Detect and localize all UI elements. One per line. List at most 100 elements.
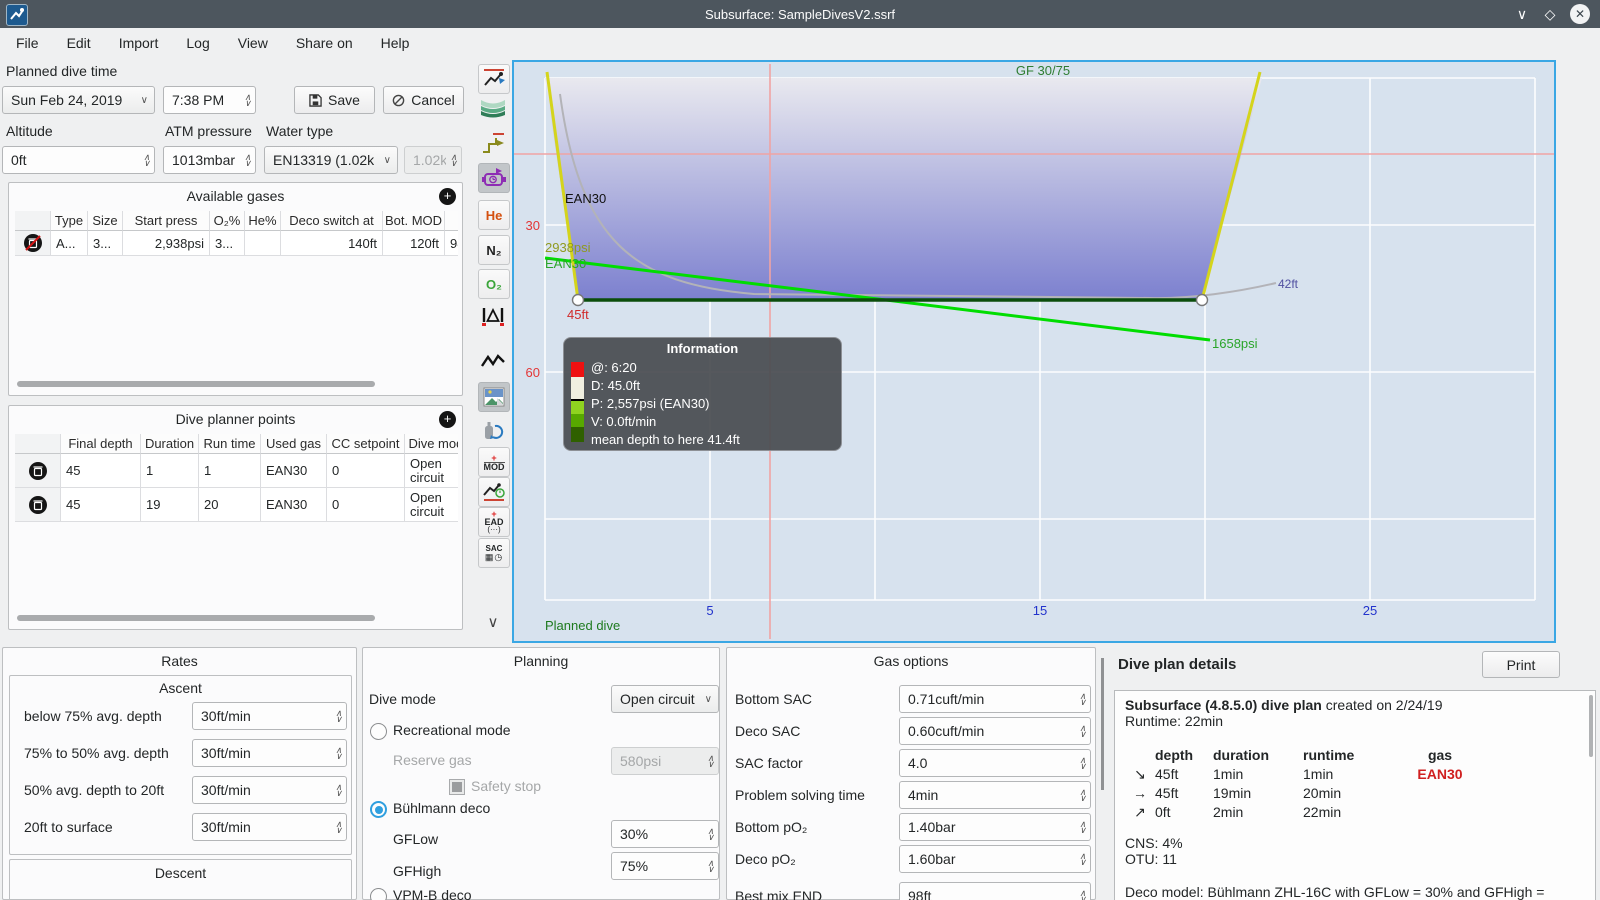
dive-profile-chart[interactable]: GF 30/75 30 60 5 15 25 EAN30 2938psi EAN… [512, 60, 1556, 643]
safety-stop-label: Safety stop [471, 778, 542, 794]
atm-pressure-spinner[interactable]: 1013mbar ∧ ∨ [163, 146, 256, 174]
tooltip-time: @: 6:20 [591, 360, 637, 375]
planner-points-hscrollbar[interactable] [17, 615, 375, 621]
pp-cc-setpoint-cell[interactable]: 0 [327, 454, 405, 488]
gases-hscrollbar[interactable] [17, 381, 375, 387]
toolbar-dive-profile-icon[interactable] [478, 64, 510, 94]
ascent-rate2-value: 30ft/min [201, 745, 251, 761]
pp-run-time-cell[interactable]: 20 [199, 488, 261, 522]
toolbar-ndl-icon[interactable] [478, 477, 510, 507]
toolbar-ceiling-icon[interactable] [478, 130, 508, 158]
gas-mnd-cell[interactable]: 98f [445, 231, 458, 256]
pp-dive-mode-cell[interactable]: Open circuit [405, 454, 458, 488]
pp-used-gas-cell[interactable]: EAN30 [261, 488, 327, 522]
toolbar-gas-change-icon[interactable] [478, 416, 508, 444]
toolbar-n2-toggle[interactable]: N₂ [478, 235, 510, 265]
plan-runtime-cell: 22min [1303, 804, 1342, 820]
close-button[interactable]: ✕ [1566, 0, 1594, 28]
depth-tick-30: 30 [526, 218, 540, 233]
maximize-button[interactable]: ◇ [1536, 0, 1564, 28]
menu-share-on[interactable]: Share on [296, 35, 353, 51]
dive-mode-combo[interactable]: Open circuit ∨ [611, 685, 719, 713]
gas-start-press-cell[interactable]: 2,938psi [123, 231, 210, 256]
dive-time-value: 7:38 PM [172, 92, 225, 108]
add-gas-button[interactable]: + [439, 188, 456, 205]
cancel-button[interactable]: Cancel [383, 86, 464, 114]
toolbar-deco-info-icon[interactable] [478, 163, 510, 193]
best-mix-end-spinner[interactable]: 98ft ∧ ∨ [899, 882, 1091, 900]
ascend-arrow: ↗ [1134, 804, 1146, 820]
safety-stop-checkbox[interactable] [449, 779, 465, 795]
print-button[interactable]: Print [1482, 651, 1560, 678]
minimize-button[interactable]: ∨ [1508, 0, 1536, 28]
dive-date-value: Sun Feb 24, 2019 [11, 92, 123, 108]
gas-deco-switch-cell[interactable]: 140ft [281, 231, 383, 256]
buhlmann-deco-radio[interactable] [370, 801, 387, 818]
deco-sac-spinner[interactable]: 0.60cuft/min ∧ ∨ [899, 717, 1091, 745]
altitude-spinner[interactable]: 0ft ∧ ∨ [2, 146, 155, 174]
remove-point-cell[interactable] [15, 454, 61, 488]
pp-used-gas-cell[interactable]: EAN30 [261, 454, 327, 488]
toolbar-water-salinity-icon[interactable] [478, 94, 508, 122]
gas-bot-mod-cell[interactable]: 120ft [383, 231, 445, 256]
sac-factor-spinner[interactable]: 4.0 ∧ ∨ [899, 749, 1091, 777]
toolbar-tissue-pressure-icon[interactable] [478, 303, 508, 331]
vpmb-deco-radio[interactable] [370, 888, 387, 900]
ascent-rate1-spinner[interactable]: 30ft/min ∧ ∨ [192, 702, 347, 730]
ceiling-end-label: 42ft [1278, 277, 1299, 291]
menu-help[interactable]: Help [381, 35, 410, 51]
water-type-combo[interactable]: EN13319 (1.02k ∨ [264, 146, 398, 174]
pp-duration-cell[interactable]: 1 [141, 454, 199, 488]
ascent-rate4-spinner[interactable]: 30ft/min ∧ ∨ [192, 813, 347, 841]
menu-edit[interactable]: Edit [67, 35, 91, 51]
remove-point-cell[interactable] [15, 488, 61, 522]
altitude-label: Altitude [6, 123, 53, 139]
toolbar-ead-toggle[interactable]: + EAD (···) [478, 507, 510, 537]
recreational-mode-radio[interactable] [370, 723, 387, 740]
save-button[interactable]: Save [294, 86, 375, 114]
spinner-arrows-icon: ∧ ∨ [1079, 851, 1086, 867]
menu-log[interactable]: Log [186, 35, 209, 51]
toolbar-o2-toggle[interactable]: O₂ [478, 269, 510, 299]
menu-import[interactable]: Import [119, 35, 159, 51]
gases-col-mnd: MN [445, 211, 458, 231]
gas-he-cell[interactable] [245, 231, 281, 256]
plan-depth: 0ft [1155, 804, 1171, 820]
gas-size-cell[interactable]: 3... [88, 231, 123, 256]
toolbar-he-toggle[interactable]: He [478, 200, 510, 230]
ascent-rate3-spinner[interactable]: 30ft/min ∧ ∨ [192, 776, 347, 804]
bottom-sac-spinner[interactable]: 0.71cuft/min ∧ ∨ [899, 685, 1091, 713]
deco-sac-label: Deco SAC [735, 723, 801, 739]
toolbar-sac-toggle[interactable]: SAC ▦◷ [478, 538, 510, 568]
ascent-rate2-spinner[interactable]: 30ft/min ∧ ∨ [192, 739, 347, 767]
problem-solving-time-spinner[interactable]: 4min ∧ ∨ [899, 781, 1091, 809]
plan-duration: 2min [1213, 804, 1244, 820]
bottom-area-scrollbar[interactable] [1101, 658, 1104, 790]
toolbar-scroll-down-button[interactable]: ∨ [478, 608, 508, 636]
pp-run-time-cell[interactable]: 1 [199, 454, 261, 488]
remove-gas-cell[interactable] [15, 231, 51, 256]
toolbar-photos-icon[interactable] [478, 382, 510, 412]
waypoint-handle[interactable] [571, 293, 585, 307]
pp-final-depth-cell[interactable]: 45 [61, 454, 141, 488]
dive-time-spinner[interactable]: 7:38 PM ∧ ∨ [163, 86, 256, 114]
spinner-arrows-icon: ∧ ∨ [1079, 787, 1086, 803]
plan-vscrollbar[interactable] [1589, 695, 1593, 757]
gas-o2-cell[interactable]: 3... [210, 231, 245, 256]
deco-po2-spinner[interactable]: 1.60bar ∧ ∨ [899, 845, 1091, 873]
menu-view[interactable]: View [238, 35, 268, 51]
gas-type-cell[interactable]: A... [51, 231, 88, 256]
pp-duration-cell[interactable]: 19 [141, 488, 199, 522]
toolbar-heart-rate-icon[interactable] [478, 348, 508, 376]
toolbar-mod-toggle[interactable]: + MOD [478, 447, 510, 477]
gflow-spinner[interactable]: 30% ∧ ∨ [611, 820, 719, 848]
pp-dive-mode-cell[interactable]: Open circuit [405, 488, 458, 522]
bottom-po2-spinner[interactable]: 1.40bar ∧ ∨ [899, 813, 1091, 841]
waypoint-handle[interactable] [1195, 293, 1209, 307]
add-dive-point-button[interactable]: + [439, 411, 456, 428]
pp-final-depth-cell[interactable]: 45 [61, 488, 141, 522]
pp-cc-setpoint-cell[interactable]: 0 [327, 488, 405, 522]
gfhigh-spinner[interactable]: 75% ∧ ∨ [611, 852, 719, 880]
menu-file[interactable]: File [16, 35, 39, 51]
dive-date-combo[interactable]: Sun Feb 24, 2019 ∨ [2, 86, 155, 114]
